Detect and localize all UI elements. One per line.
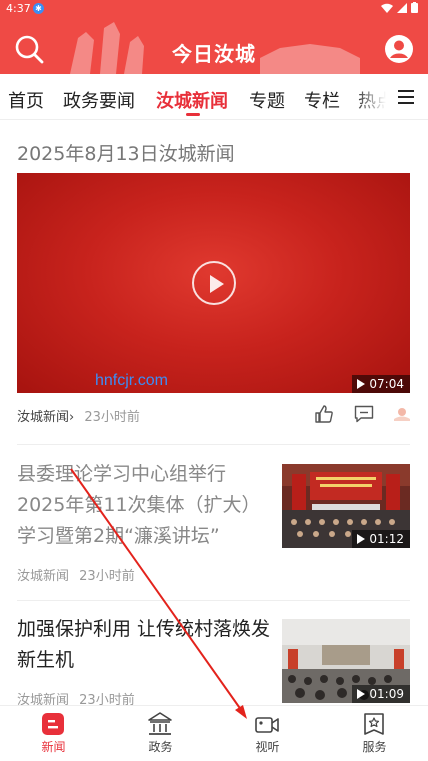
battery-icon — [411, 2, 418, 13]
play-icon[interactable] — [192, 261, 236, 305]
news-item-source: 汝城新闻 — [17, 569, 70, 584]
video-duration-badge: 07:04 — [352, 375, 410, 393]
video-duration: 01:12 — [369, 532, 404, 546]
active-tab-indicator — [186, 113, 200, 116]
bluetooth-icon: ✱ — [33, 3, 44, 14]
news-item-thumbnail[interactable]: 01:09 — [282, 619, 410, 703]
app-header: 4:37 ✱ 今日汝城 — [0, 0, 428, 74]
nav-label: 新闻 — [41, 740, 66, 754]
nav-services[interactable]: 服务 — [321, 706, 428, 761]
tab-columns[interactable]: 专栏 — [304, 87, 340, 113]
source-arrow-icon: › — [69, 410, 75, 425]
nav-audio-video[interactable]: 视听 — [214, 706, 321, 761]
play-triangle-icon — [357, 534, 366, 544]
wifi-icon — [381, 3, 393, 13]
bottom-navigation: 新闻 政务 视听 服务 — [0, 705, 428, 761]
nav-label: 服务 — [362, 740, 387, 754]
video-duration-badge: 01:12 — [352, 530, 410, 548]
status-time: 4:37 — [6, 2, 31, 15]
menu-icon[interactable] — [398, 89, 416, 105]
news-item-thumbnail[interactable]: 01:12 — [282, 464, 410, 548]
status-icons — [381, 2, 418, 13]
user-profile-icon[interactable] — [384, 34, 414, 64]
status-bar: 4:37 ✱ — [0, 0, 428, 18]
video-time: 23小时前 — [84, 410, 140, 425]
nav-label: 政务 — [148, 740, 173, 754]
signal-icon — [397, 2, 407, 13]
news-item-title[interactable]: 县委理论学习中心组举行2025年第11次集体（扩大）学习暨第2期“濂溪讲坛” — [17, 459, 272, 552]
service-icon — [364, 713, 384, 735]
news-item-meta: 汝城新闻 23小时前 — [17, 565, 135, 584]
tab-home[interactable]: 首页 — [8, 87, 44, 113]
video-duration: 07:04 — [369, 377, 404, 391]
news-item-title[interactable]: 加强保护利用 让传统村落焕发新生机 — [17, 614, 272, 676]
video-card-title[interactable]: 2025年8月13日汝城新闻 — [17, 139, 235, 166]
video-card-meta: 汝城新闻› 23小时前 — [17, 406, 140, 425]
category-tabs: 首页 政务要闻 汝城新闻 专题 专栏 热点 — [0, 74, 428, 120]
government-icon — [148, 712, 172, 735]
news-icon — [42, 713, 64, 735]
news-item-time: 23小时前 — [79, 569, 135, 584]
nav-label: 视听 — [255, 740, 280, 754]
tabs-fade-overlay — [354, 74, 394, 119]
video-player[interactable]: hnfcjr.com 07:04 — [17, 173, 410, 393]
tab-topics[interactable]: 专题 — [249, 87, 285, 113]
comment-icon[interactable] — [354, 405, 374, 423]
video-duration: 01:09 — [369, 687, 404, 701]
like-icon[interactable] — [314, 404, 334, 424]
play-triangle-icon — [357, 689, 366, 699]
app-screen: 4:37 ✱ 今日汝城 首页 政务要闻 汝城新闻 专题 专栏 热点 — [0, 0, 428, 761]
video-watermark: hnfcjr.com — [95, 372, 168, 389]
play-triangle-icon — [357, 379, 366, 389]
divider — [17, 600, 410, 601]
divider — [17, 444, 410, 445]
tab-government-news[interactable]: 政务要闻 — [63, 87, 135, 113]
tab-rucheng-news[interactable]: 汝城新闻 — [156, 87, 228, 113]
video-source[interactable]: 汝城新闻 — [17, 410, 69, 425]
video-duration-badge: 01:09 — [352, 685, 410, 703]
app-title: 今日汝城 — [172, 42, 256, 66]
video-camera-icon — [255, 717, 279, 733]
nav-news[interactable]: 新闻 — [0, 706, 107, 761]
share-logo-icon[interactable] — [393, 406, 411, 422]
nav-government[interactable]: 政务 — [107, 706, 214, 761]
